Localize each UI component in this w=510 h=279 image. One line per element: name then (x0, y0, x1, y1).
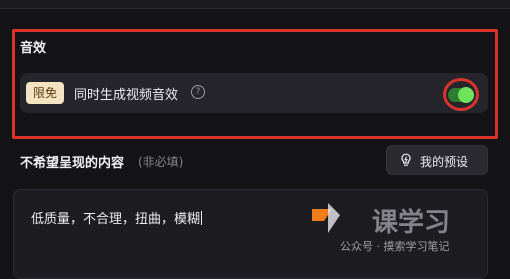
text-caret (201, 211, 203, 225)
sound-effects-title: 音效 (20, 41, 47, 56)
sound-effects-toggle[interactable] (448, 87, 474, 103)
negative-prompt-input[interactable]: 低质量，不合理，扭曲，模糊 (13, 189, 488, 279)
optional-tag: (非必填) (138, 155, 184, 169)
toggle-knob (458, 87, 474, 103)
top-bar (0, 0, 510, 9)
free-badge: 限免 (26, 82, 65, 104)
lightbulb-icon (401, 153, 411, 166)
help-icon[interactable]: ? (191, 85, 205, 99)
sound-effects-option-row: 限免 同时生成视频音效 ? (20, 73, 488, 113)
negative-prompt-title: 不希望呈现的内容 (20, 156, 125, 171)
generate-sound-label: 同时生成视频音效 (74, 88, 179, 103)
my-presets-label: 我的预设 (420, 155, 469, 169)
negative-prompt-text: 低质量，不合理，扭曲，模糊 (31, 211, 203, 227)
my-presets-button[interactable]: 我的预设 (386, 145, 488, 175)
